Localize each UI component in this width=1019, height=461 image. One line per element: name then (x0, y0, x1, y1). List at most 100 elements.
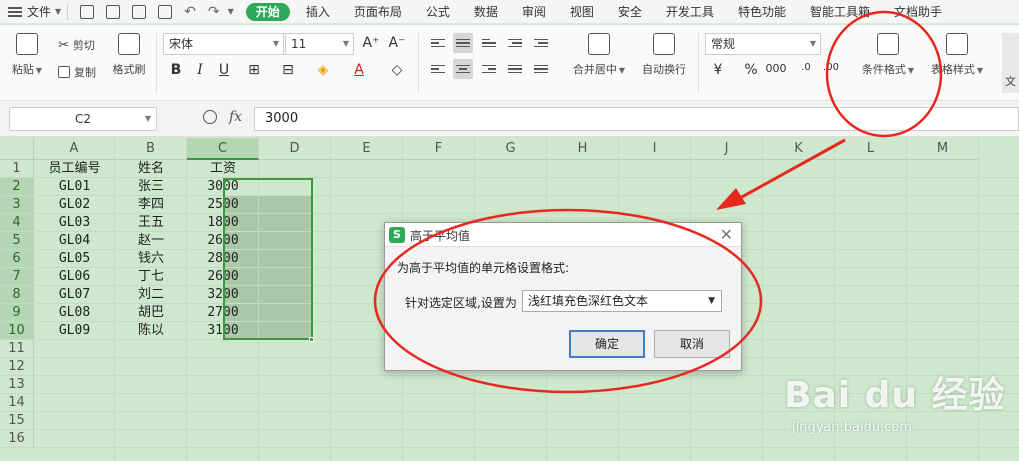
column-header-a[interactable]: A (34, 138, 115, 160)
fx-icon[interactable]: fx (229, 109, 242, 125)
row-header[interactable]: 2 (0, 178, 34, 196)
row-header[interactable]: 15 (0, 412, 34, 430)
cancel-button[interactable]: 取消 (654, 330, 730, 358)
align-left-icon[interactable] (428, 59, 448, 79)
table-cell[interactable]: 王五 (115, 214, 187, 232)
column-header-b[interactable]: B (115, 138, 187, 160)
thousands-icon[interactable]: 000 (765, 62, 787, 75)
print-icon[interactable] (132, 4, 147, 19)
row-header[interactable]: 1 (0, 160, 34, 178)
chevron-down-icon[interactable]: ▼ (228, 7, 234, 16)
number-format-select[interactable]: 常规 ▼ (705, 33, 821, 55)
paste-button[interactable]: 粘贴 ▼ (10, 33, 44, 77)
row-header[interactable]: 8 (0, 286, 34, 304)
file-menu[interactable]: 文件 ▼ (0, 0, 61, 24)
increase-font-icon[interactable]: A⁺ (360, 35, 382, 51)
name-box[interactable]: C2 ▼ (9, 107, 157, 131)
row-header[interactable]: 14 (0, 394, 34, 412)
bold-icon[interactable]: B (165, 62, 187, 78)
select-all-corner[interactable] (0, 138, 34, 160)
table-cell[interactable]: 李四 (115, 196, 187, 214)
table-cell[interactable]: GL03 (34, 214, 115, 232)
row-header[interactable]: 11 (0, 340, 34, 358)
tab-7[interactable]: 安全 (606, 0, 654, 24)
new-file-icon[interactable] (80, 4, 95, 19)
column-header-k[interactable]: K (763, 138, 835, 160)
align-middle-icon[interactable] (453, 33, 473, 53)
wrap-text-button[interactable]: 自动换行 (638, 33, 690, 77)
increase-decimal-icon[interactable]: .0 (795, 62, 817, 73)
tab-2[interactable]: 页面布局 (342, 0, 414, 24)
column-header-h[interactable]: H (547, 138, 619, 160)
header-cell[interactable]: 姓名 (115, 160, 187, 178)
close-icon[interactable]: ✕ (720, 225, 733, 244)
tab-5[interactable]: 审阅 (510, 0, 558, 24)
table-cell[interactable]: 刘二 (115, 286, 187, 304)
undo-icon[interactable]: ↶ (184, 4, 196, 20)
format-painter-button[interactable]: 格式刷 (109, 33, 149, 77)
indent-increase-icon[interactable] (531, 33, 551, 53)
tab-1[interactable]: 插入 (294, 0, 342, 24)
column-header-l[interactable]: L (835, 138, 907, 160)
italic-icon[interactable]: I (189, 62, 211, 78)
table-cell[interactable]: 陈以 (115, 322, 187, 340)
column-header-e[interactable]: E (331, 138, 403, 160)
column-header-g[interactable]: G (475, 138, 547, 160)
table-cell[interactable]: 钱六 (115, 250, 187, 268)
font-name-select[interactable]: 宋体 ▼ (163, 33, 284, 55)
column-header-m[interactable]: M (907, 138, 979, 160)
copy-button[interactable]: 复制 (58, 64, 96, 80)
table-cell[interactable]: GL07 (34, 286, 115, 304)
tab-8[interactable]: 开发工具 (654, 0, 726, 24)
tab-6[interactable]: 视图 (558, 0, 606, 24)
table-cell[interactable]: GL08 (34, 304, 115, 322)
table-cell[interactable]: 张三 (115, 178, 187, 196)
table-cell[interactable]: GL02 (34, 196, 115, 214)
cut-button[interactable]: ✂ 剪切 (58, 37, 95, 53)
align-top-icon[interactable] (428, 33, 448, 53)
underline-icon[interactable]: U (213, 62, 235, 78)
font-size-select[interactable]: 11 ▼ (285, 33, 354, 55)
row-header[interactable]: 3 (0, 196, 34, 214)
tab-4[interactable]: 数据 (462, 0, 510, 24)
merge-center-button[interactable]: 合并居中 ▼ (569, 33, 629, 77)
table-cell[interactable]: GL09 (34, 322, 115, 340)
indent-decrease-icon[interactable] (505, 33, 525, 53)
fill-color-icon[interactable]: ◈ (312, 62, 334, 78)
tab-0[interactable]: 开始 (245, 2, 290, 21)
row-header[interactable]: 4 (0, 214, 34, 232)
border-icon[interactable]: ⊞ (243, 62, 265, 78)
row-header[interactable]: 10 (0, 322, 34, 340)
percent-icon[interactable]: % (740, 62, 762, 78)
row-header[interactable]: 12 (0, 358, 34, 376)
header-cell[interactable]: 工资 (187, 160, 259, 178)
align-center-icon[interactable] (453, 59, 473, 79)
column-header-c[interactable]: C (187, 138, 259, 160)
table-cell[interactable]: GL04 (34, 232, 115, 250)
row-header[interactable]: 13 (0, 376, 34, 394)
conditional-format-button[interactable]: 条件格式 ▼ (855, 33, 921, 77)
row-header[interactable]: 6 (0, 250, 34, 268)
header-cell[interactable]: 员工编号 (34, 160, 115, 178)
save-icon[interactable] (106, 4, 121, 19)
row-header[interactable]: 5 (0, 232, 34, 250)
ok-button[interactable]: 确定 (569, 330, 645, 358)
distribute-icon[interactable] (531, 59, 551, 79)
table-cell[interactable]: GL05 (34, 250, 115, 268)
table-style-button[interactable]: 表格样式 ▼ (926, 33, 988, 77)
align-bottom-icon[interactable] (479, 33, 499, 53)
row-header[interactable]: 7 (0, 268, 34, 286)
cell-style-icon[interactable]: ⊟ (277, 62, 299, 78)
column-header-d[interactable]: D (259, 138, 331, 160)
table-cell[interactable]: GL01 (34, 178, 115, 196)
font-color-icon[interactable]: A (348, 62, 370, 78)
formula-input[interactable]: 3000 (254, 107, 1019, 131)
row-header[interactable]: 16 (0, 430, 34, 448)
tab-11[interactable]: 文档助手 (882, 0, 954, 24)
decrease-font-icon[interactable]: A⁻ (386, 35, 408, 51)
decrease-decimal-icon[interactable]: .00 (820, 62, 842, 73)
table-cell[interactable]: 丁七 (115, 268, 187, 286)
format-select[interactable]: 浅红填充色深红色文本 ▼ (522, 290, 722, 312)
eraser-icon[interactable]: ◇ (386, 62, 408, 78)
align-right-icon[interactable] (479, 59, 499, 79)
